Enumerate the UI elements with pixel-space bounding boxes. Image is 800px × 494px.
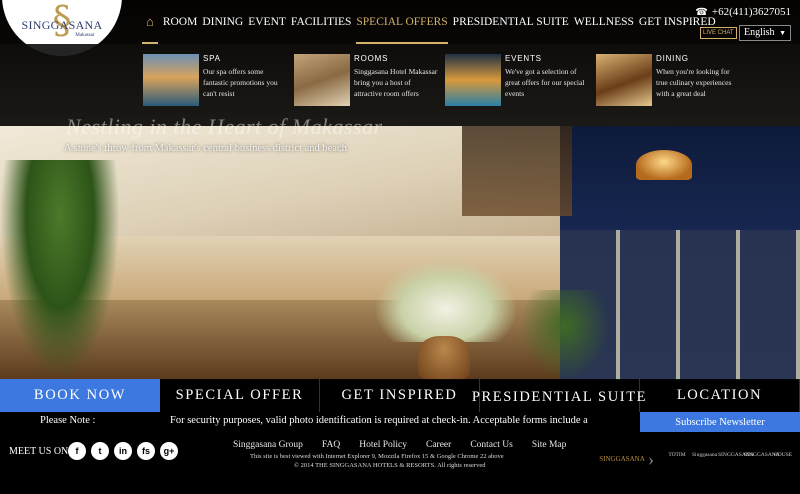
hero-plant [520,290,610,380]
hero-balcony [462,126,572,216]
footer-link-group[interactable]: Singgasana Group [233,440,303,450]
notice-label: Please Note : [40,415,96,426]
hero-subtitle: A stone's throw from Makassar's central … [64,143,347,154]
footer-link-contact[interactable]: Contact Us [470,440,512,450]
offer-title[interactable]: SPA [203,54,221,63]
footer-link-hotel-policy[interactable]: Hotel Policy [359,440,407,450]
subscribe-newsletter-button[interactable]: Subscribe Newsletter [640,412,800,432]
footer: MEET US ON f t in fs g+ Singgasana Group… [0,432,800,494]
live-chat-button[interactable]: LIVE CHAT [700,27,737,39]
nav-item-room[interactable]: ROOM [163,0,198,44]
footer-link-sitemap[interactable]: Site Map [532,440,567,450]
offer-description: When you're looking for true culinary ex… [656,67,732,98]
chevron-down-icon: ▼ [779,29,786,37]
nav-item-presidential-suite[interactable]: PRESIDENTIAL SUITE [453,0,569,44]
notice-ticker: Please Note : For security purposes, val… [0,412,640,432]
phone-icon: ☎ [695,6,708,18]
offer-thumbnail[interactable] [445,54,501,106]
hero-flowers [376,260,516,342]
hero-vase [418,336,470,380]
brand-logo[interactable]: Singgasana [692,452,717,459]
hero-tagline: Nestling in the Heart of Makassar [66,114,383,139]
offer-description: Singgasana Hotel Makassar bring you a ho… [354,67,438,98]
foursquare-icon[interactable]: fs [137,442,155,460]
offer-card-rooms[interactable]: ROOMS Singgasana Hotel Makassar bring yo… [294,54,444,114]
brand-logo-main[interactable]: SINGGASANA [599,446,645,472]
special-offer-link[interactable]: SPECIAL OFFER [160,379,320,412]
linkedin-icon[interactable]: in [114,442,132,460]
book-now-button[interactable]: BOOK NOW [0,379,160,412]
hero-lamp [636,150,692,180]
get-inspired-link[interactable]: GET INSPIRED [320,379,480,412]
quick-links-bar: BOOK NOW SPECIAL OFFER GET INSPIRED PRES… [0,379,800,412]
home-icon[interactable]: ⌂ [142,0,158,44]
phone-number[interactable]: ☎ +62(411)3627051 [695,6,791,18]
language-value: English [744,27,775,38]
offer-thumbnail[interactable] [596,54,652,106]
brand-logo[interactable]: SINGGASANA [718,452,754,459]
nav-item-facilities[interactable]: FACILITIES [291,0,351,44]
offer-title[interactable]: ROOMS [354,54,388,63]
offer-description: We've got a selection of great offers fo… [505,67,585,98]
social-links: f t in fs g+ [68,442,178,460]
notice-message: For security purposes, valid photo ident… [170,415,588,426]
google-plus-icon[interactable]: g+ [160,442,178,460]
twitter-icon[interactable]: t [91,442,109,460]
offer-card-dining[interactable]: DINING When you're looking for true culi… [596,54,746,114]
chevron-right-icon: › [648,449,654,469]
phone-text: +62(411)3627051 [711,6,791,18]
offer-title[interactable]: EVENTS [505,54,542,63]
nav-item-special-offers[interactable]: SPECIAL OFFERS [356,0,448,44]
offer-description: Our spa offers some fantastic promotions… [203,67,278,98]
facebook-icon[interactable]: f [68,442,86,460]
footer-link-faq[interactable]: FAQ [322,440,340,450]
main-nav: ⌂ ROOM DINING EVENT FACILITIES SPECIAL O… [142,0,721,44]
copyright: © 2014 THE SINGGASANA HOTELS & RESORTS. … [294,462,486,469]
meet-us-label: MEET US ON [9,446,69,457]
offer-thumbnail[interactable] [143,54,199,106]
offer-card-spa[interactable]: SPA Our spa offers some fantastic promot… [143,54,293,114]
brand-logo[interactable]: HOUSE [772,452,794,459]
language-select[interactable]: English ▼ [739,25,791,41]
offer-title[interactable]: DINING [656,54,689,63]
footer-link-career[interactable]: Career [426,440,451,450]
logo-subtext: Makassar [75,33,95,38]
hero-palm [0,160,120,380]
nav-item-dining[interactable]: DINING [202,0,243,44]
nav-item-wellness[interactable]: WELLNESS [574,0,634,44]
browser-note: This site is best viewed with Internet E… [250,453,504,460]
presidential-suite-link[interactable]: PRESIDENTIAL SUITE [472,379,646,412]
location-link[interactable]: LOCATION [640,379,800,412]
brand-logo[interactable]: SINGGASANA [744,452,780,459]
footer-links: Singgasana Group FAQ Hotel Policy Career… [233,440,566,450]
nav-item-event[interactable]: EVENT [248,0,286,44]
brand-logo[interactable]: TOTIM [666,452,688,459]
offer-card-events[interactable]: EVENTS We've got a selection of great of… [445,54,595,114]
logo-text: SINGGASANA [21,18,103,32]
brand-logos: SINGGASANA › TOTIM Singgasana SINGGASANA… [599,446,800,474]
offer-thumbnail[interactable] [294,54,350,106]
